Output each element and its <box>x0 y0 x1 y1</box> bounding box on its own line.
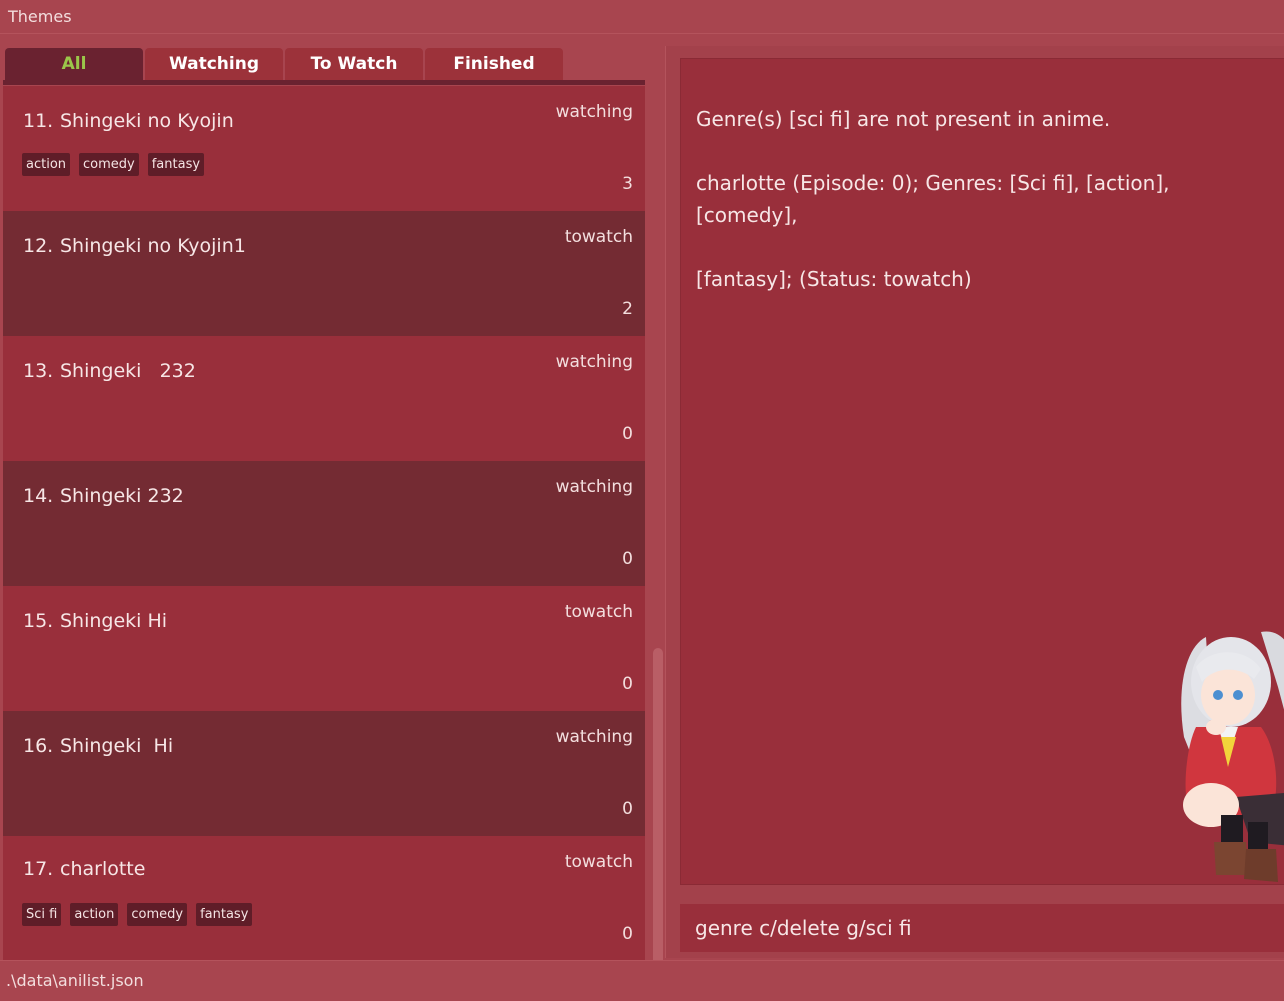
result-display: Genre(s) [sci fi] are not present in ani… <box>680 58 1284 885</box>
anime-card[interactable]: 16. Shingeki Hi watching 0 <box>3 711 645 836</box>
menu-bar: Themes <box>0 0 1284 34</box>
anime-episode: 0 <box>622 674 633 694</box>
anime-status: watching <box>555 102 633 122</box>
anime-status: watching <box>555 727 633 747</box>
anime-card[interactable]: 11. Shingeki no Kyojin watching action c… <box>3 86 645 211</box>
anime-title: Shingeki no Kyojin <box>60 110 234 132</box>
anime-title: Shingeki 232 <box>60 485 184 507</box>
genre-tag: action <box>70 903 119 926</box>
anime-episode: 3 <box>622 174 633 194</box>
anime-index: 12. <box>23 235 54 257</box>
tab-to-watch[interactable]: To Watch <box>285 48 423 80</box>
anime-episode: 0 <box>622 549 633 569</box>
anime-status: towatch <box>564 852 633 872</box>
anime-index: 11. <box>23 110 54 132</box>
anime-index: 15. <box>23 610 54 632</box>
command-box <box>680 904 1284 952</box>
anime-episode: 2 <box>622 299 633 319</box>
anime-card[interactable]: 15. Shingeki Hi towatch 0 <box>3 586 645 711</box>
anime-card[interactable]: 14. Shingeki 232 watching 0 <box>3 461 645 586</box>
anime-title: charlotte <box>60 858 146 880</box>
status-bar: .\data\anilist.json <box>0 960 1284 1001</box>
genre-tag: fantasy <box>147 153 205 176</box>
result-line: [fantasy]; (Status: towatch) <box>696 267 972 291</box>
anime-card[interactable]: 12. Shingeki no Kyojin1 towatch 2 <box>3 211 645 336</box>
anime-card[interactable]: 17. charlotte towatch Sci fi action come… <box>3 836 645 960</box>
anime-index: 13. <box>23 360 54 382</box>
genre-tag: comedy <box>127 903 188 926</box>
tab-underline <box>3 80 645 85</box>
genre-tag: action <box>22 153 71 176</box>
result-line: Genre(s) [sci fi] are not present in ani… <box>696 107 1111 131</box>
result-line: charlotte (Episode: 0); Genres: [Sci fi]… <box>696 171 1170 227</box>
anime-index: 14. <box>23 485 54 507</box>
genre-tag: fantasy <box>196 903 253 926</box>
scrollbar-thumb[interactable] <box>653 648 663 1000</box>
list-scrollbar[interactable] <box>651 132 663 1001</box>
anime-status: towatch <box>564 602 633 622</box>
anime-index: 16. <box>23 735 54 757</box>
data-file-path: .\data\anilist.json <box>6 971 144 990</box>
genre-tags: Sci fi action comedy fantasy <box>22 903 253 926</box>
anime-status: towatch <box>564 227 633 247</box>
anime-title: Shingeki Hi <box>60 735 174 757</box>
anime-status: watching <box>555 352 633 372</box>
themes-menu[interactable]: Themes <box>8 7 72 26</box>
anime-list-panel: All Watching To Watch Finished 11. Shing… <box>3 46 663 1000</box>
anime-title: Shingeki 232 <box>60 360 196 382</box>
anime-girl-mascot-icon <box>1181 631 1284 882</box>
tab-bar: All Watching To Watch Finished <box>5 48 645 80</box>
result-text: Genre(s) [sci fi] are not present in ani… <box>696 71 1266 327</box>
tab-all[interactable]: All <box>5 48 143 80</box>
tab-finished[interactable]: Finished <box>425 48 563 80</box>
anime-episode: 0 <box>622 799 633 819</box>
anime-list[interactable]: 11. Shingeki no Kyojin watching action c… <box>3 86 645 960</box>
genre-tags: action comedy fantasy <box>22 153 205 176</box>
anime-card[interactable]: 13. Shingeki 232 watching 0 <box>3 336 645 461</box>
anime-episode: 0 <box>622 424 633 444</box>
anime-status: watching <box>555 477 633 497</box>
anime-episode: 0 <box>622 924 633 944</box>
genre-tag: comedy <box>79 153 139 176</box>
genre-tag: Sci fi <box>22 903 62 926</box>
anime-index: 17. <box>23 858 54 880</box>
command-input[interactable] <box>680 904 1284 952</box>
result-panel: Genre(s) [sci fi] are not present in ani… <box>665 46 1284 958</box>
anime-title: Shingeki Hi <box>60 610 168 632</box>
anime-title: Shingeki no Kyojin1 <box>60 235 246 257</box>
tab-watching[interactable]: Watching <box>145 48 283 80</box>
